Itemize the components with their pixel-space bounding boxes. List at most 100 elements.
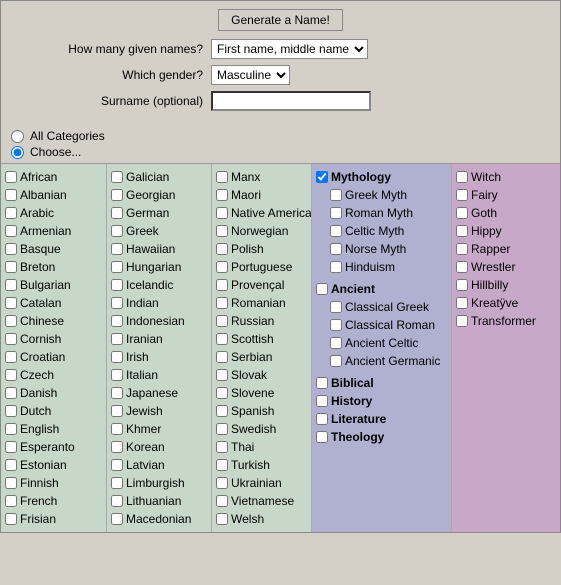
lithuanian-checkbox[interactable] xyxy=(111,495,123,507)
list-item: Ancient Germanic xyxy=(316,352,447,370)
classical-greek-checkbox[interactable] xyxy=(330,301,342,313)
german-checkbox[interactable] xyxy=(111,207,123,219)
literature-checkbox[interactable] xyxy=(316,413,328,425)
breton-checkbox[interactable] xyxy=(5,261,17,273)
iranian-checkbox[interactable] xyxy=(111,333,123,345)
all-categories-radio[interactable] xyxy=(11,130,24,143)
ancient-checkbox[interactable] xyxy=(316,283,328,295)
greek-myth-checkbox[interactable] xyxy=(330,189,342,201)
finnish-checkbox[interactable] xyxy=(5,477,17,489)
hippy-checkbox[interactable] xyxy=(456,225,468,237)
turkish-checkbox[interactable] xyxy=(216,459,228,471)
chinese-checkbox[interactable] xyxy=(5,315,17,327)
icelandic-checkbox[interactable] xyxy=(111,279,123,291)
estonian-checkbox[interactable] xyxy=(5,459,17,471)
khmer-checkbox[interactable] xyxy=(111,423,123,435)
manx-checkbox[interactable] xyxy=(216,171,228,183)
mythology-checkbox[interactable] xyxy=(316,171,328,183)
ukrainian-checkbox[interactable] xyxy=(216,477,228,489)
polish-checkbox[interactable] xyxy=(216,243,228,255)
english-checkbox[interactable] xyxy=(5,423,17,435)
witch-checkbox[interactable] xyxy=(456,171,468,183)
roman-myth-checkbox[interactable] xyxy=(330,207,342,219)
classical-roman-checkbox[interactable] xyxy=(330,319,342,331)
indian-checkbox[interactable] xyxy=(111,297,123,309)
goth-checkbox[interactable] xyxy=(456,207,468,219)
list-item: Kreatÿve xyxy=(456,294,556,312)
list-item: Khmer xyxy=(111,420,207,438)
rapper-checkbox[interactable] xyxy=(456,243,468,255)
armenian-checkbox[interactable] xyxy=(5,225,17,237)
list-item: Thai xyxy=(216,438,307,456)
hinduism-checkbox[interactable] xyxy=(330,261,342,273)
choose-radio[interactable] xyxy=(11,146,24,159)
transformer-checkbox[interactable] xyxy=(456,315,468,327)
dutch-checkbox[interactable] xyxy=(5,405,17,417)
french-checkbox[interactable] xyxy=(5,495,17,507)
hillbilly-checkbox[interactable] xyxy=(456,279,468,291)
frisian-checkbox[interactable] xyxy=(5,513,17,525)
gender-label: Which gender? xyxy=(11,68,211,82)
russian-checkbox[interactable] xyxy=(216,315,228,327)
greek-checkbox[interactable] xyxy=(111,225,123,237)
slovene-checkbox[interactable] xyxy=(216,387,228,399)
irish-checkbox[interactable] xyxy=(111,351,123,363)
esperanto-checkbox[interactable] xyxy=(5,441,17,453)
arabic-checkbox[interactable] xyxy=(5,207,17,219)
limburgish-checkbox[interactable] xyxy=(111,477,123,489)
basque-checkbox[interactable] xyxy=(5,243,17,255)
african-checkbox[interactable] xyxy=(5,171,17,183)
fairy-checkbox[interactable] xyxy=(456,189,468,201)
given-names-row: How many given names? First name, middle… xyxy=(11,39,550,59)
catalan-checkbox[interactable] xyxy=(5,297,17,309)
japanese-checkbox[interactable] xyxy=(111,387,123,399)
ancient-germanic-checkbox[interactable] xyxy=(330,355,342,367)
hungarian-checkbox[interactable] xyxy=(111,261,123,273)
galician-checkbox[interactable] xyxy=(111,171,123,183)
indonesian-checkbox[interactable] xyxy=(111,315,123,327)
list-item: Hawaiian xyxy=(111,240,207,258)
vietnamese-checkbox[interactable] xyxy=(216,495,228,507)
surname-input[interactable] xyxy=(211,91,371,111)
latvian-checkbox[interactable] xyxy=(111,459,123,471)
list-item: Croatian xyxy=(5,348,102,366)
romanian-checkbox[interactable] xyxy=(216,297,228,309)
croatian-checkbox[interactable] xyxy=(5,351,17,363)
generate-button[interactable]: Generate a Name! xyxy=(218,9,343,31)
swedish-checkbox[interactable] xyxy=(216,423,228,435)
list-item: Hippy xyxy=(456,222,556,240)
czech-checkbox[interactable] xyxy=(5,369,17,381)
serbian-checkbox[interactable] xyxy=(216,351,228,363)
cornish-checkbox[interactable] xyxy=(5,333,17,345)
list-item: Jewish xyxy=(111,402,207,420)
wrestler-checkbox[interactable] xyxy=(456,261,468,273)
spanish-checkbox[interactable] xyxy=(216,405,228,417)
italian-checkbox[interactable] xyxy=(111,369,123,381)
norse-myth-checkbox[interactable] xyxy=(330,243,342,255)
given-names-select[interactable]: First name, middle name First name only … xyxy=(211,39,368,59)
danish-checkbox[interactable] xyxy=(5,387,17,399)
albanian-checkbox[interactable] xyxy=(5,189,17,201)
thai-checkbox[interactable] xyxy=(216,441,228,453)
jewish-checkbox[interactable] xyxy=(111,405,123,417)
bulgarian-checkbox[interactable] xyxy=(5,279,17,291)
scottish-checkbox[interactable] xyxy=(216,333,228,345)
portuguese-checkbox[interactable] xyxy=(216,261,228,273)
gender-select[interactable]: Masculine Feminine xyxy=(211,65,290,85)
slovak-checkbox[interactable] xyxy=(216,369,228,381)
native-american-checkbox[interactable] xyxy=(216,207,228,219)
norwegian-checkbox[interactable] xyxy=(216,225,228,237)
hawaiian-checkbox[interactable] xyxy=(111,243,123,255)
welsh-checkbox[interactable] xyxy=(216,513,228,525)
kreatyve-checkbox[interactable] xyxy=(456,297,468,309)
provencal-checkbox[interactable] xyxy=(216,279,228,291)
georgian-checkbox[interactable] xyxy=(111,189,123,201)
maori-checkbox[interactable] xyxy=(216,189,228,201)
theology-checkbox[interactable] xyxy=(316,431,328,443)
macedonian-checkbox[interactable] xyxy=(111,513,123,525)
biblical-checkbox[interactable] xyxy=(316,377,328,389)
korean-checkbox[interactable] xyxy=(111,441,123,453)
ancient-celtic-checkbox[interactable] xyxy=(330,337,342,349)
celtic-myth-checkbox[interactable] xyxy=(330,225,342,237)
history-checkbox[interactable] xyxy=(316,395,328,407)
